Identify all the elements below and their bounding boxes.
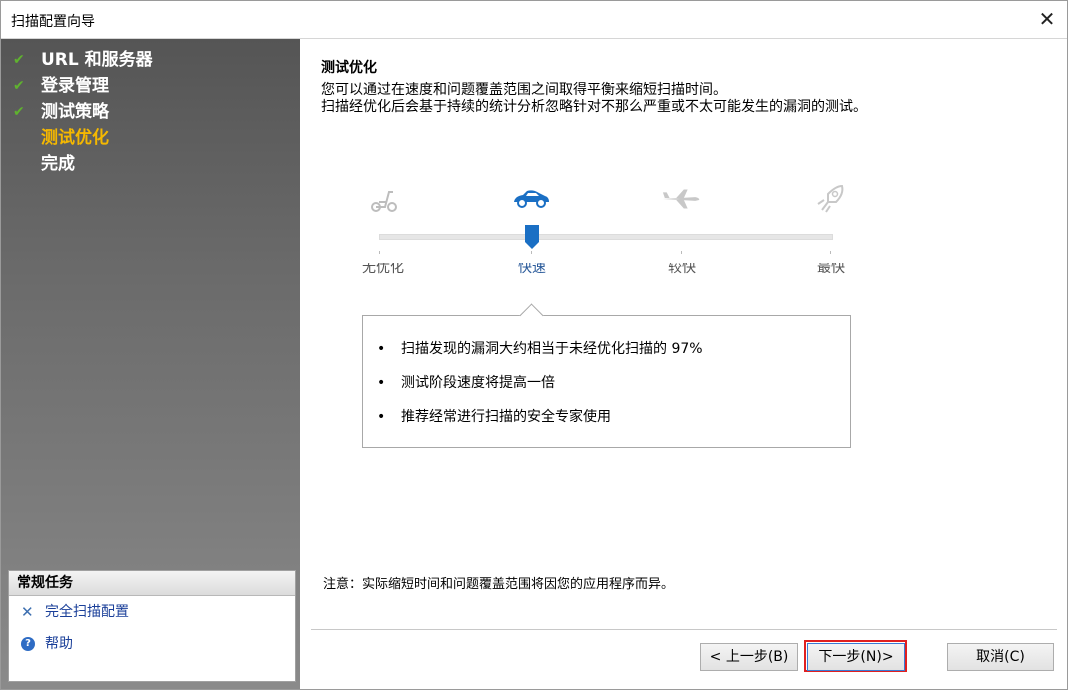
step-login-management: ✔ 登录管理 — [1, 73, 300, 99]
check-icon: ✔ — [13, 78, 25, 94]
title-bar: 扫描配置向导 ✕ — [1, 1, 1067, 39]
optimization-slider: 无优化 快速 较快 最快 — [361, 179, 845, 289]
slider-tick — [830, 251, 831, 254]
info-bullet-list: 扫描发现的漏洞大约相当于未经优化扫描的 97% 测试阶段速度将提高一倍 推荐经常… — [375, 338, 703, 440]
info-bullet: 推荐经常进行扫描的安全专家使用 — [375, 406, 703, 440]
step-label: 完成 — [41, 154, 75, 174]
slider-thumb[interactable] — [525, 225, 539, 249]
divider — [311, 629, 1057, 630]
page-description: 您可以通过在速度和问题覆盖范围之间取得平衡来缩短扫描时间。 扫描经优化后会基于持… — [321, 82, 867, 116]
info-bullet: 测试阶段速度将提高一倍 — [375, 372, 703, 406]
description-line: 扫描经优化后会基于持续的统计分析忽略针对不那么严重或不太可能发生的漏洞的测试。 — [321, 99, 867, 115]
check-icon: ✔ — [13, 104, 25, 120]
slider-tick — [681, 251, 682, 254]
step-finish: 完成 — [1, 151, 300, 177]
slider-tick — [379, 251, 380, 254]
window-title: 扫描配置向导 — [11, 14, 95, 30]
page-title: 测试优化 — [321, 60, 377, 76]
note-text: 注意：实际缩短时间和问题覆盖范围将因您的应用程序而异。 — [323, 577, 675, 592]
tools-icon: ✕ — [21, 603, 34, 621]
step-label: 测试优化 — [41, 128, 109, 148]
description-line: 您可以通过在速度和问题覆盖范围之间取得平衡来缩短扫描时间。 — [321, 82, 727, 98]
task-label: 帮助 — [45, 636, 73, 652]
sidebar: ✔ URL 和服务器 ✔ 登录管理 ✔ 测试策略 测试优化 完成 常规任务 ✕ … — [1, 39, 300, 689]
step-label: 登录管理 — [41, 76, 109, 96]
slider-track[interactable] — [379, 234, 833, 240]
common-tasks-title: 常规任务 — [9, 571, 295, 596]
rocket-icon[interactable] — [811, 179, 851, 219]
back-button[interactable]: < 上一步(B) — [700, 643, 798, 671]
optimization-info-box: 扫描发现的漏洞大约相当于未经优化扫描的 97% 测试阶段速度将提高一倍 推荐经常… — [362, 303, 851, 448]
car-icon[interactable] — [511, 179, 551, 219]
level-label: 最快 — [817, 263, 845, 275]
wizard-window: 扫描配置向导 ✕ ✔ URL 和服务器 ✔ 登录管理 ✔ 测试策略 测试优化 完… — [0, 0, 1068, 690]
scooter-icon[interactable] — [364, 179, 404, 219]
wizard-steps: ✔ URL 和服务器 ✔ 登录管理 ✔ 测试策略 测试优化 完成 — [1, 47, 300, 177]
step-test-policy: ✔ 测试策略 — [1, 99, 300, 125]
task-help[interactable]: ? 帮助 — [9, 628, 295, 660]
level-label: 快速 — [518, 263, 546, 275]
task-full-scan-config[interactable]: ✕ 完全扫描配置 — [9, 596, 295, 628]
common-tasks-panel: 常规任务 ✕ 完全扫描配置 ? 帮助 — [8, 570, 296, 682]
task-label: 完全扫描配置 — [45, 604, 129, 620]
main-content: 测试优化 您可以通过在速度和问题覆盖范围之间取得平衡来缩短扫描时间。 扫描经优化… — [301, 39, 1067, 689]
help-icon: ? — [21, 637, 35, 651]
step-label: 测试策略 — [41, 102, 109, 122]
plane-icon[interactable] — [661, 179, 701, 219]
step-url-servers: ✔ URL 和服务器 — [1, 47, 300, 73]
level-label: 较快 — [668, 263, 696, 275]
step-test-optimization: 测试优化 — [1, 125, 300, 151]
cancel-button[interactable]: 取消(C) — [947, 643, 1054, 671]
next-button[interactable]: 下一步(N)> — [807, 643, 905, 671]
slider-tick — [531, 251, 532, 254]
check-icon: ✔ — [13, 52, 25, 68]
info-box-pointer — [519, 303, 544, 328]
level-label: 无优化 — [362, 263, 404, 275]
close-icon[interactable]: ✕ — [1033, 5, 1061, 33]
step-label: URL 和服务器 — [41, 50, 153, 70]
info-bullet: 扫描发现的漏洞大约相当于未经优化扫描的 97% — [375, 338, 703, 372]
